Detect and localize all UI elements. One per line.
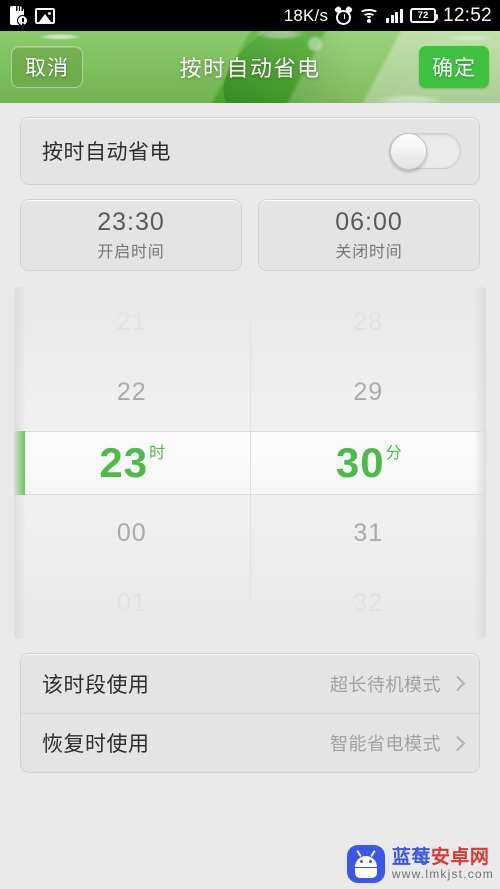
cancel-button[interactable]: 取消 [11, 46, 83, 88]
hour-item[interactable]: 00 [14, 498, 250, 568]
minute-unit: 分 [385, 445, 402, 463]
wifi-icon [359, 8, 380, 23]
hour-item[interactable]: 21 [14, 287, 250, 357]
minute-item[interactable]: 29 [251, 357, 487, 427]
start-time-caption: 开启时间 [97, 244, 165, 261]
status-bar-right-icons: 18K/s 72 12:52 [284, 5, 492, 27]
battery-icon: 72 [409, 8, 438, 23]
chevron-right-icon [449, 735, 466, 751]
minute-item[interactable]: 31 [251, 498, 487, 568]
time-wheel-picker[interactable]: 21 22 23 时 00 01 28 29 30 分 31 32 [14, 287, 486, 639]
hour-unit: 时 [149, 445, 166, 463]
picker-selection-marker [14, 431, 25, 495]
confirm-button[interactable]: 确定 [419, 46, 489, 88]
hour-item[interactable]: 01 [14, 569, 250, 639]
status-bar-left-icons [10, 6, 55, 26]
minute-item[interactable]: 32 [251, 569, 487, 639]
chevron-right-icon [449, 675, 466, 692]
switch-knob [390, 133, 427, 170]
end-time-value: 06:00 [335, 208, 403, 236]
time-cards-row: 23:30 开启时间 06:00 关闭时间 [20, 199, 480, 271]
minute-item[interactable]: 28 [251, 287, 487, 357]
option-row-on-restore[interactable]: 恢复时使用 智能省电模式 [21, 713, 479, 772]
option-label: 该时段使用 [42, 673, 150, 697]
start-time-card[interactable]: 23:30 开启时间 [20, 199, 242, 271]
site-watermark: 蓝莓安卓网 www.lmkjst.com [346, 845, 494, 883]
app-header: 取消 按时自动省电 确定 [0, 31, 500, 103]
minute-selected-value: 30 [335, 439, 385, 487]
battery-level: 72 [417, 10, 429, 21]
status-bar: 18K/s 72 12:52 [0, 0, 500, 31]
hour-selected-value: 23 [99, 439, 149, 487]
watermark-url: www.lmkjst.com [391, 866, 494, 881]
mode-options-list: 该时段使用 超长待机模式 恢复时使用 智能省电模式 [20, 653, 480, 773]
android-robot-logo-icon [346, 845, 385, 883]
end-time-card[interactable]: 06:00 关闭时间 [258, 199, 480, 271]
start-time-value: 23:30 [97, 208, 165, 236]
minute-wheel[interactable]: 28 29 30 分 31 32 [251, 287, 487, 639]
content-area: 按时自动省电 23:30 开启时间 06:00 关闭时间 21 22 23 时 … [0, 103, 500, 773]
hour-item-selected[interactable]: 23 时 [14, 428, 250, 498]
end-time-caption: 关闭时间 [335, 244, 403, 261]
photo-icon [35, 7, 55, 24]
toggle-label: 按时自动省电 [42, 141, 171, 164]
hour-item[interactable]: 22 [14, 357, 250, 427]
watermark-title: 蓝莓安卓网 [391, 846, 494, 868]
auto-power-save-toggle-row[interactable]: 按时自动省电 [20, 117, 480, 185]
sdcard-warning-icon [10, 6, 28, 26]
hour-wheel[interactable]: 21 22 23 时 00 01 [14, 287, 251, 639]
option-value: 智能省电模式 [330, 734, 441, 754]
watermark-title-part2: 安卓网 [430, 846, 490, 868]
alarm-icon [334, 5, 354, 25]
option-value: 超长待机模式 [330, 674, 441, 695]
status-bar-clock: 12:52 [442, 4, 492, 26]
app-screen: 18K/s 72 12:52 取消 按时自动省电 确定 按时自动省电 23:30… [0, 0, 500, 889]
minute-item-selected[interactable]: 30 分 [251, 428, 487, 498]
network-speed: 18K/s [283, 5, 329, 25]
signal-icon [386, 8, 403, 23]
option-label: 恢复时使用 [42, 733, 150, 756]
auto-power-save-switch[interactable] [389, 133, 461, 170]
watermark-title-part1: 蓝莓 [391, 846, 431, 868]
option-row-during-period[interactable]: 该时段使用 超长待机模式 [21, 654, 479, 713]
